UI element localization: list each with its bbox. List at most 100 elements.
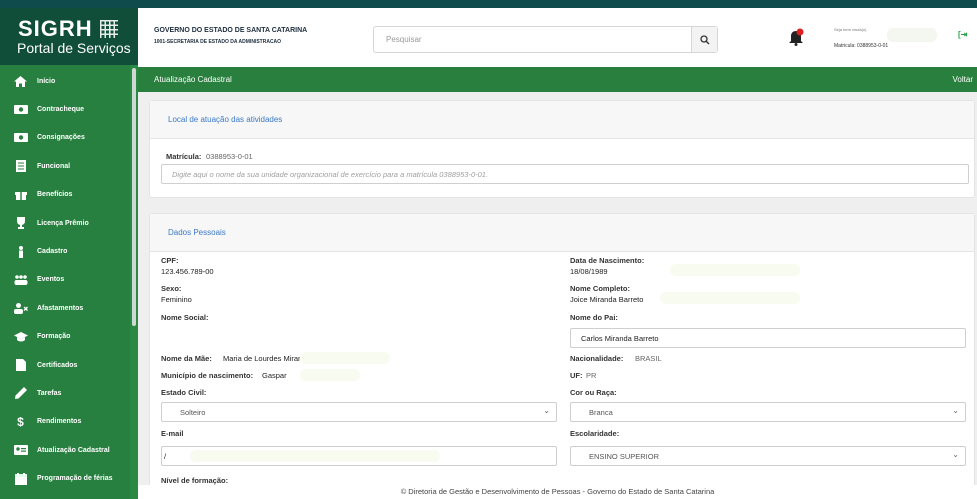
app-logo[interactable]: SIGRH Portal de Serviços bbox=[0, 8, 138, 65]
nascimento-label: Data de Nascimento: bbox=[570, 256, 645, 265]
sidebar-item-label: Contracheque bbox=[37, 106, 85, 114]
uf-value: PR bbox=[586, 371, 597, 380]
logo-grid-icon bbox=[100, 20, 118, 38]
page-title: Atualização Cadastral bbox=[154, 75, 232, 84]
calendar-icon bbox=[13, 472, 28, 486]
dept-name: 1001-SECRETARIA DE ESTADO DA ADMINISTRAC… bbox=[154, 39, 282, 45]
sidebar-menu: Início Contracheque Consignações Funcional B… bbox=[0, 67, 130, 493]
nome-completo-value: Joice Miranda Barreto bbox=[570, 295, 644, 304]
sidebar-scroll-thumb[interactable] bbox=[132, 68, 136, 326]
email-value: / bbox=[164, 451, 167, 461]
sidebar-item-label: Cadastro bbox=[37, 248, 68, 256]
chevron-down-icon: ⌄ bbox=[952, 406, 959, 415]
estado-civil-select[interactable]: Solteiro ⌄ bbox=[161, 402, 557, 422]
nome-mae-label: Nome da Mãe: bbox=[161, 354, 212, 363]
unit-input[interactable]: Digite aqui o nome da sua unidade organi… bbox=[161, 164, 969, 184]
cpf-value: 123.456.789-00 bbox=[161, 267, 214, 276]
sidebar-item-certificados[interactable]: Certificados bbox=[0, 351, 130, 379]
nome-pai-label: Nome do Pai: bbox=[570, 313, 618, 322]
local-card: Local de atuação das atividades Matrícul… bbox=[149, 100, 975, 198]
sidebar-item-tarefas[interactable]: Tarefas bbox=[0, 379, 130, 407]
user-info[interactable]: Seja bem vinda(o) Matricula: 0388953-0-0… bbox=[832, 22, 942, 58]
nacionalidade-value: BRASIL bbox=[635, 354, 662, 363]
app-frame: SIGRH Portal de Serviços Início Contrache… bbox=[0, 0, 977, 499]
sidebar-item-licenca-premio[interactable]: Licença Prêmio bbox=[0, 209, 130, 237]
document-icon bbox=[13, 159, 28, 173]
user-greeting: Seja bem vinda(o) bbox=[834, 27, 867, 32]
sexo-value: Feminino bbox=[161, 295, 192, 304]
logout-icon[interactable]: [⇥ bbox=[958, 30, 967, 39]
estado-civil-value: Solteiro bbox=[180, 407, 206, 417]
dados-pessoais-card: Dados Pessoais CPF: 123.456.789-00 Data … bbox=[149, 213, 975, 499]
sidebar-item-consignacoes[interactable]: Consignações bbox=[0, 124, 130, 152]
search-input[interactable] bbox=[374, 27, 692, 52]
sidebar-item-contracheque[interactable]: Contracheque bbox=[0, 95, 130, 123]
sidebar-item-label: Consignações bbox=[37, 134, 85, 142]
sidebar-item-formacao[interactable]: Formação bbox=[0, 323, 130, 351]
local-section-title: Local de atuação das atividades bbox=[150, 101, 974, 139]
trophy-icon bbox=[13, 216, 28, 230]
escolaridade-select[interactable]: ENSINO SUPERIOR ⌄ bbox=[570, 446, 966, 466]
escolaridade-label: Escolaridade: bbox=[570, 429, 620, 438]
cor-raca-label: Cor ou Raça: bbox=[570, 388, 617, 397]
money-icon bbox=[13, 103, 28, 117]
sidebar-item-label: Benefícios bbox=[37, 191, 73, 199]
page-title-bar: Atualização Cadastral Voltar bbox=[138, 67, 977, 92]
sidebar-item-atualizacao-cadastral[interactable]: Atualização Cadastral bbox=[0, 436, 130, 464]
nivel-formacao-label: Nível de formação: bbox=[161, 476, 229, 485]
redacted-area bbox=[300, 369, 360, 381]
sidebar-item-programacao-de-ferias[interactable]: Programação de férias bbox=[0, 464, 130, 492]
sidebar-item-rendimentos[interactable]: $ Rendimentos bbox=[0, 408, 130, 436]
top-strip bbox=[0, 0, 977, 8]
sidebar-item-label: Licença Prêmio bbox=[37, 219, 89, 227]
nome-social-label: Nome Social: bbox=[161, 313, 209, 322]
email-label: E-mail bbox=[161, 429, 184, 438]
pencil-icon bbox=[13, 386, 28, 400]
search-button[interactable] bbox=[691, 27, 717, 52]
sidebar-item-cadastro[interactable]: Cadastro bbox=[0, 237, 130, 265]
org-name: GOVERNO DO ESTADO DE SANTA CATARINA bbox=[154, 27, 308, 34]
chevron-down-icon: ⌄ bbox=[543, 406, 550, 415]
sidebar-item-label: Certificados bbox=[37, 361, 78, 369]
users-icon bbox=[13, 273, 28, 287]
dollar-icon: $ bbox=[17, 414, 24, 429]
nascimento-value: 18/08/1989 bbox=[570, 267, 608, 276]
redacted-area bbox=[300, 352, 390, 364]
bell-icon bbox=[789, 28, 804, 46]
search-icon bbox=[699, 34, 709, 44]
sidebar-item-label: Funcional bbox=[37, 162, 71, 170]
sidebar: SIGRH Portal de Serviços Início Contrache… bbox=[0, 8, 138, 499]
notifications-button[interactable] bbox=[788, 28, 804, 46]
sidebar-item-funcional[interactable]: Funcional bbox=[0, 152, 130, 180]
matricula-value: 0388953-0-01 bbox=[206, 152, 253, 161]
money-icon bbox=[13, 131, 28, 145]
municipio-label: Município de nascimento: bbox=[161, 371, 254, 380]
sidebar-item-label: Eventos bbox=[37, 276, 65, 284]
nome-pai-input[interactable]: Carlos Miranda Barreto bbox=[570, 328, 966, 348]
pessoais-section-title: Dados Pessoais bbox=[150, 214, 974, 252]
sidebar-item-label: Atualização Cadastral bbox=[37, 446, 110, 454]
cor-raca-select[interactable]: Branca ⌄ bbox=[570, 402, 966, 422]
sidebar-item-label: Tarefas bbox=[37, 389, 62, 397]
chevron-down-icon: ⌄ bbox=[952, 450, 959, 459]
sidebar-item-afastamentos[interactable]: Afastamentos bbox=[0, 294, 130, 322]
nacionalidade-label: Nacionalidade: bbox=[570, 354, 624, 363]
sidebar-item-label: Programação de férias bbox=[37, 475, 113, 483]
sidebar-item-eventos[interactable]: Eventos bbox=[0, 266, 130, 294]
sexo-label: Sexo: bbox=[161, 284, 182, 293]
nome-completo-label: Nome Completo: bbox=[570, 284, 630, 293]
sidebar-item-beneficios[interactable]: Benefícios bbox=[0, 181, 130, 209]
user-x-icon bbox=[13, 301, 28, 315]
nome-mae-value: Maria de Lourdes Miranda bbox=[223, 354, 311, 363]
sidebar-item-label: Formação bbox=[37, 333, 71, 341]
id-card-icon bbox=[13, 443, 28, 457]
back-link[interactable]: Voltar bbox=[953, 75, 973, 84]
sidebar-item-inicio[interactable]: Início bbox=[0, 67, 130, 95]
redacted-area bbox=[660, 292, 800, 304]
search-box bbox=[373, 26, 718, 53]
gift-icon bbox=[13, 188, 28, 202]
matricula-label: Matrícula: bbox=[166, 152, 202, 161]
uf-label: UF: bbox=[570, 371, 583, 380]
estado-civil-label: Estado Civil: bbox=[161, 388, 207, 397]
redacted-area bbox=[190, 450, 440, 462]
